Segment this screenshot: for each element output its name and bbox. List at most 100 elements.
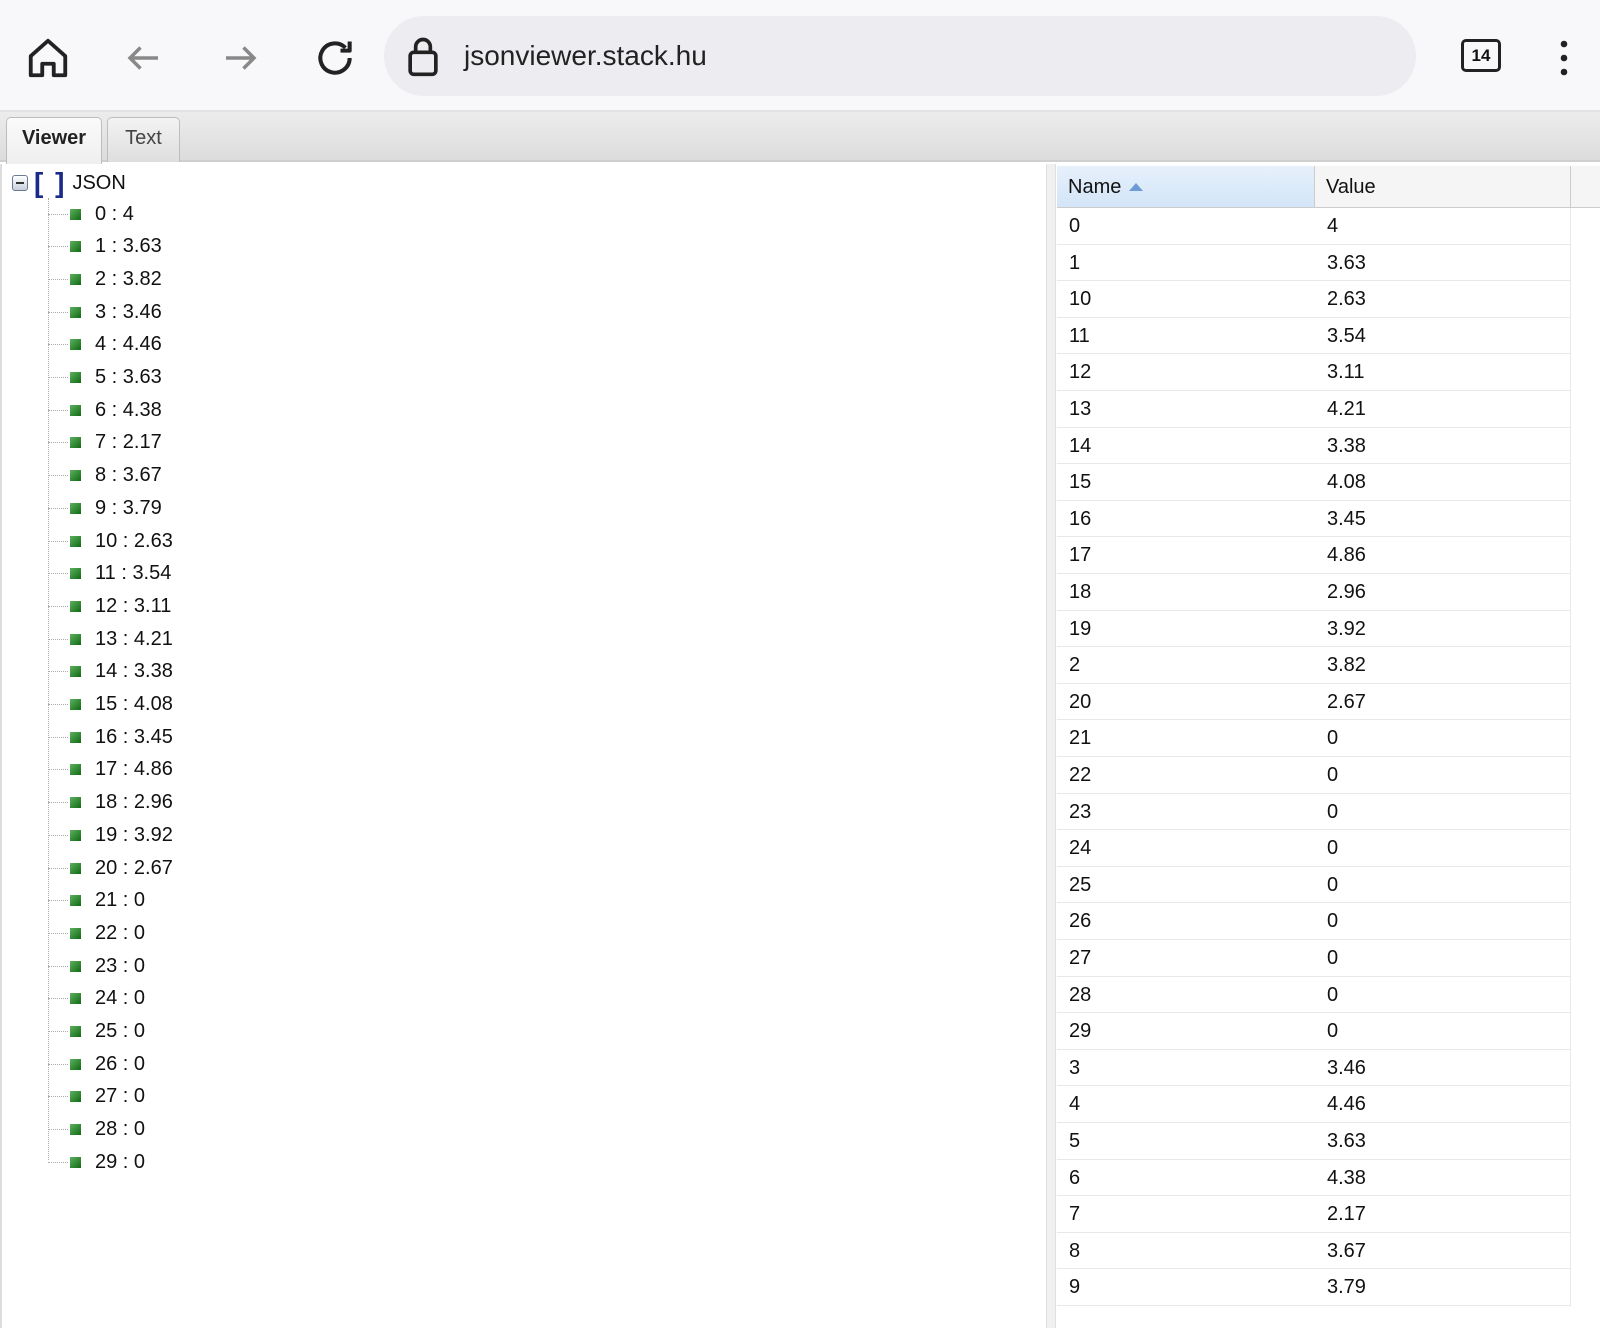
node-value: 0 [133,954,146,977]
table-row[interactable]: 13 4.21 [1057,391,1571,428]
tree-root[interactable]: [ ] JSON [12,167,126,198]
table-row[interactable]: 3 3.46 [1057,1049,1571,1087]
tree-node[interactable]: 18 : 2.96 [48,787,173,819]
table-row[interactable]: 6 4.38 [1057,1159,1571,1197]
tree-node[interactable]: 7 : 2.17 [48,427,162,459]
collapse-icon[interactable] [12,175,28,191]
table-row[interactable]: 9 3.79 [1057,1269,1571,1306]
tree-connector [48,605,68,607]
tree-node[interactable]: 23 : 0 [48,950,145,982]
table-row[interactable]: 29 0 [1057,1013,1571,1050]
table-row[interactable]: 15 4.08 [1057,464,1571,501]
value-node-icon [70,1156,81,1168]
tree-node[interactable]: 29 : 0 [48,1146,145,1178]
cell-name: 1 [1069,251,1081,274]
table-row[interactable]: 11 3.54 [1057,317,1571,355]
table-row[interactable]: 27 0 [1057,940,1571,977]
table-row[interactable]: 28 0 [1057,976,1571,1014]
column-header-name[interactable]: Name [1057,166,1315,208]
tree-node[interactable]: 14 : 3.38 [48,656,173,688]
value-node-icon [70,372,81,383]
tree-connector [48,1161,68,1163]
value-node-icon [70,797,81,809]
cell-name: 9 [1069,1276,1081,1299]
tree-node[interactable]: 1 : 3.63 [48,231,162,263]
panel-splitter[interactable] [1046,164,1056,1328]
node-value: 3.63 [122,366,162,388]
table-row[interactable]: 26 0 [1057,903,1571,940]
tree-node[interactable]: 16 : 3.45 [48,721,173,753]
tab-text[interactable]: Text [107,117,180,162]
tree-node[interactable]: 10 : 2.63 [48,525,173,557]
column-header-value[interactable]: Value [1315,166,1571,208]
table-row[interactable]: 7 2.17 [1057,1196,1571,1233]
table-row[interactable]: 16 3.45 [1057,500,1571,538]
table-row[interactable]: 12 3.11 [1057,354,1571,391]
cell-name: 8 [1069,1239,1081,1262]
cell-name: 20 [1069,690,1092,713]
tree-node[interactable]: 6 : 4.38 [48,394,162,426]
table-row[interactable]: 24 0 [1057,830,1571,867]
tree-node[interactable]: 11 : 3.54 [48,558,171,590]
node-label: 11 [95,562,116,585]
cell-name: 26 [1069,910,1092,933]
menu-icon[interactable] [1536,30,1592,86]
back-icon[interactable] [116,30,172,86]
tree-node[interactable]: 28 : 0 [48,1114,145,1146]
table-row[interactable]: 22 0 [1057,757,1571,794]
tree-node[interactable]: 26 : 0 [48,1048,145,1080]
forward-icon[interactable] [212,30,268,86]
node-label: 23 [95,954,118,977]
tree-node[interactable]: 17 : 4.86 [48,754,173,786]
cell-name: 12 [1069,361,1092,384]
table-row[interactable]: 19 3.92 [1057,610,1571,648]
address-bar[interactable]: jsonviewer.stack.hu [384,16,1416,96]
reload-icon[interactable] [307,30,363,86]
cell-value: 3.45 [1327,507,1366,530]
json-tree: [ ] JSON 0 : 41 : 3.63 2 : 3.82 3 : 3.46 4 … [0,164,1046,1328]
tree-node[interactable]: 19 : 3.92 [48,819,173,851]
tree-node[interactable]: 8 : 3.67 [48,460,162,492]
table-row[interactable]: 8 3.67 [1057,1232,1571,1270]
node-value: 4.21 [133,627,173,650]
tree-node[interactable]: 12 : 3.11 [48,590,171,622]
value-node-icon [70,1124,81,1136]
tree-node[interactable]: 9 : 3.79 [48,492,162,524]
separator: : [117,856,134,879]
table-row[interactable]: 21 0 [1057,720,1571,757]
tree-node[interactable]: 21 : 0 [48,885,145,917]
tree-node[interactable]: 22 : 0 [48,917,145,949]
tree-node[interactable]: 25 : 0 [48,1016,145,1048]
separator: : [106,431,123,454]
separator: : [117,921,134,944]
table-row[interactable]: 14 3.38 [1057,427,1571,465]
tab-viewer[interactable]: Viewer [6,117,102,164]
tree-node[interactable]: 27 : 0 [48,1081,145,1113]
table-row[interactable]: 25 0 [1057,866,1571,904]
tree-node[interactable]: 0 : 4 [48,198,134,230]
tree-node[interactable]: 3 : 3.46 [48,296,162,328]
value-node-icon [70,306,81,318]
tree-node[interactable]: 4 : 4.46 [48,329,162,361]
table-row[interactable]: 10 2.63 [1057,281,1571,318]
tree-node[interactable]: 5 : 3.63 [48,362,162,394]
table-row[interactable]: 2 3.82 [1057,647,1571,684]
table-row[interactable]: 1 3.63 [1057,244,1571,282]
tab-switcher-button[interactable]: 14 [1461,39,1501,72]
table-row[interactable]: 18 2.96 [1057,574,1571,611]
cell-value: 0 [1327,800,1339,823]
tree-node[interactable]: 24 : 0 [48,983,145,1015]
table-row[interactable]: 04 [1057,208,1571,245]
tree-node[interactable]: 2 : 3.82 [48,263,162,295]
table-row[interactable]: 17 4.86 [1057,537,1571,574]
tree-connector [48,998,68,1000]
table-row[interactable]: 20 2.67 [1057,683,1571,721]
table-row[interactable]: 4 4.46 [1057,1086,1571,1123]
table-row[interactable]: 5 3.63 [1057,1123,1571,1160]
tree-node[interactable]: 13 : 4.21 [48,623,173,655]
tree-node[interactable]: 15 : 4.08 [48,689,173,721]
tree-node[interactable]: 20 : 2.67 [48,852,173,884]
home-icon[interactable] [20,30,76,86]
cell-name: 16 [1069,507,1092,530]
table-row[interactable]: 23 0 [1057,793,1571,831]
